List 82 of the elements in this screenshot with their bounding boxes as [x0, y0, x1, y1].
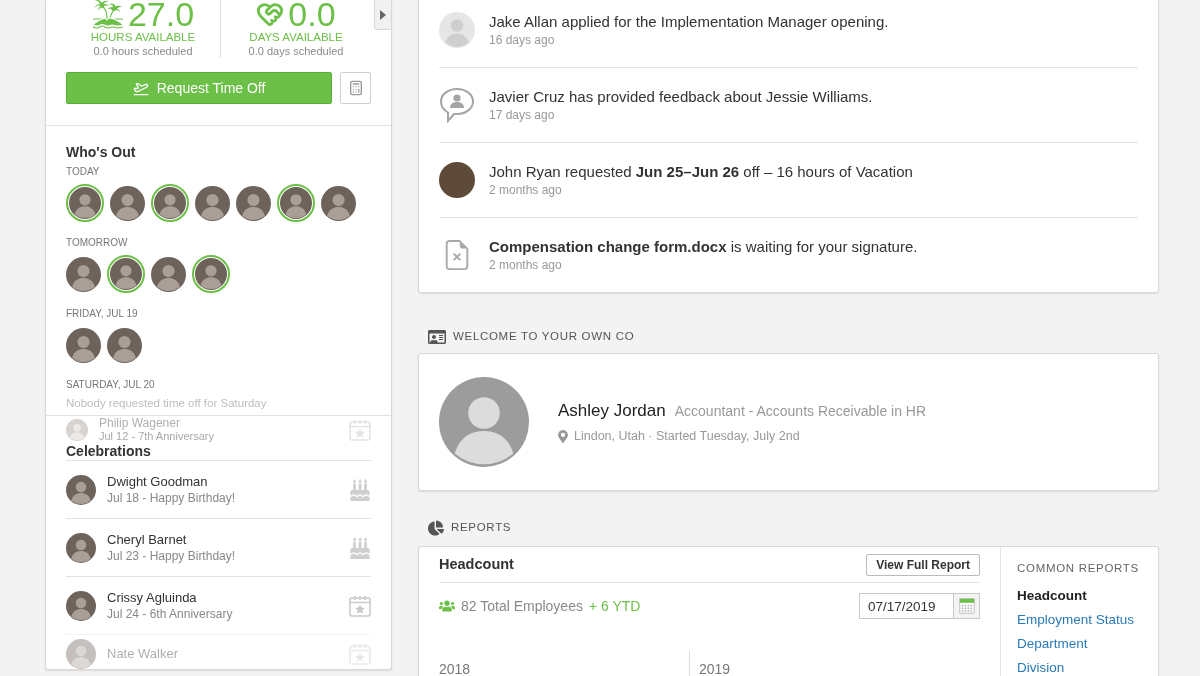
cake-icon: [349, 478, 371, 501]
report-title: Headcount: [439, 554, 514, 574]
location-text: Lindon, Utah · Started Tuesday, July 2nd: [574, 428, 800, 444]
person-avatar[interactable]: [107, 327, 142, 363]
person-avatar: [66, 532, 96, 563]
employee-name: Ashley Jordan: [558, 400, 666, 422]
id-card-icon: [428, 329, 446, 345]
caret-right-icon: [380, 9, 386, 20]
person-name: Nate Walker: [107, 646, 179, 662]
people-icon: [439, 599, 455, 613]
celebration-detail: Jul 12 - 7th Anniversary: [99, 429, 214, 443]
balance-value: 27.0: [127, 0, 195, 29]
day-label: FRIDAY, JUL 19: [66, 308, 139, 320]
activity-text: Compensation change form.docx is waiting for your signature.: [489, 237, 918, 257]
palm-island-icon: [91, 0, 124, 30]
celebration-detail: Jul 24 - 6th Anniversary: [107, 605, 233, 622]
scheduled-text: 0.0 days scheduled: [248, 44, 344, 58]
section-title: Celebrations: [66, 443, 152, 460]
report-link[interactable]: Division: [1017, 660, 1065, 676]
activity-text: Jake Allan applied for the Implementation Manager opening.: [489, 12, 889, 32]
person-name: Cheryl Barnet: [107, 531, 188, 548]
person-avatar: [66, 418, 88, 441]
person-avatar[interactable]: [110, 185, 145, 221]
activity-time: 2 months ago: [489, 182, 563, 198]
activity-time: 16 days ago: [489, 32, 556, 48]
collapse-button[interactable]: [374, 0, 391, 30]
person-avatar[interactable]: [151, 184, 189, 222]
total-employees: 82 Total Employees: [461, 596, 583, 616]
person-avatar[interactable]: [321, 185, 356, 221]
view-full-report-button[interactable]: View Full Report: [866, 553, 980, 576]
photo-placeholder: [439, 162, 475, 198]
date-field[interactable]: 07/17/2019: [859, 593, 953, 619]
calculator-button[interactable]: [340, 72, 371, 104]
person-avatar[interactable]: [236, 185, 271, 221]
empty-message: Nobody requested time off for Saturday: [66, 397, 268, 410]
report-link[interactable]: Employment Status: [1017, 612, 1135, 628]
job-title: Accountant - Accounts Receivable in HR: [674, 402, 927, 420]
balance-label: DAYS AVAILABLE: [249, 30, 343, 44]
activity-time: 17 days ago: [489, 107, 556, 123]
celebration-detail: Jul 18 - Happy Birthday!: [107, 489, 236, 506]
period-label: 2018: [439, 661, 471, 676]
map-pin-icon: [558, 429, 568, 443]
person-name: Crissy Agluinda: [107, 589, 198, 606]
report-link[interactable]: Headcount: [1017, 588, 1087, 604]
speech-bubble-person-icon: [439, 87, 475, 123]
scheduled-text: 0.0 hours scheduled: [93, 44, 193, 58]
activity-text: Javier Cruz has provided feedback about Jessie Williams.: [489, 87, 873, 107]
report-link[interactable]: Department: [1017, 636, 1088, 652]
person-avatar[interactable]: [192, 255, 230, 293]
section-heading: REPORTS: [451, 520, 512, 536]
celebration-detail: Jul 23 - Happy Birthday!: [107, 547, 236, 564]
balance-value: 0.0: [288, 0, 336, 29]
period-label: 2019: [699, 661, 731, 676]
day-label: TODAY: [66, 166, 101, 178]
default-avatar-icon: [439, 12, 475, 48]
person-avatar[interactable]: [195, 185, 230, 221]
pie-chart-icon: [428, 520, 444, 536]
section-heading: WELCOME TO YOUR OWN CO: [453, 329, 635, 345]
person-avatar[interactable]: [277, 184, 315, 222]
person-name: Philip Wagener: [99, 416, 181, 430]
activity-time: 2 months ago: [489, 257, 563, 273]
calculator-icon: [347, 79, 364, 97]
day-label: TOMORROW: [66, 237, 129, 249]
person-avatar[interactable]: [107, 255, 145, 293]
person-avatar: [66, 474, 96, 505]
person-avatar[interactable]: [66, 327, 101, 363]
person-avatar[interactable]: [66, 256, 101, 292]
person-avatar[interactable]: [151, 256, 186, 292]
day-label: SATURDAY, JUL 20: [66, 379, 156, 391]
person-avatar: [66, 590, 96, 621]
cake-icon: [349, 536, 371, 559]
person-avatar[interactable]: [66, 184, 104, 222]
heart-handshake-icon: [256, 0, 285, 28]
sidebar-heading: COMMON REPORTS: [1017, 562, 1140, 574]
ytd-change: + 6 YTD: [588, 596, 641, 616]
person-name: Dwight Goodman: [107, 473, 209, 490]
activity-text: John Ryan requested Jun 25–Jun 26 off – 16 hours of Vacation: [489, 162, 913, 182]
person-avatar: [66, 639, 96, 669]
calendar-icon: [958, 598, 975, 614]
section-title: Who's Out: [66, 143, 137, 161]
balance-label: HOURS AVAILABLE: [90, 30, 196, 44]
plane-icon: [132, 80, 149, 96]
